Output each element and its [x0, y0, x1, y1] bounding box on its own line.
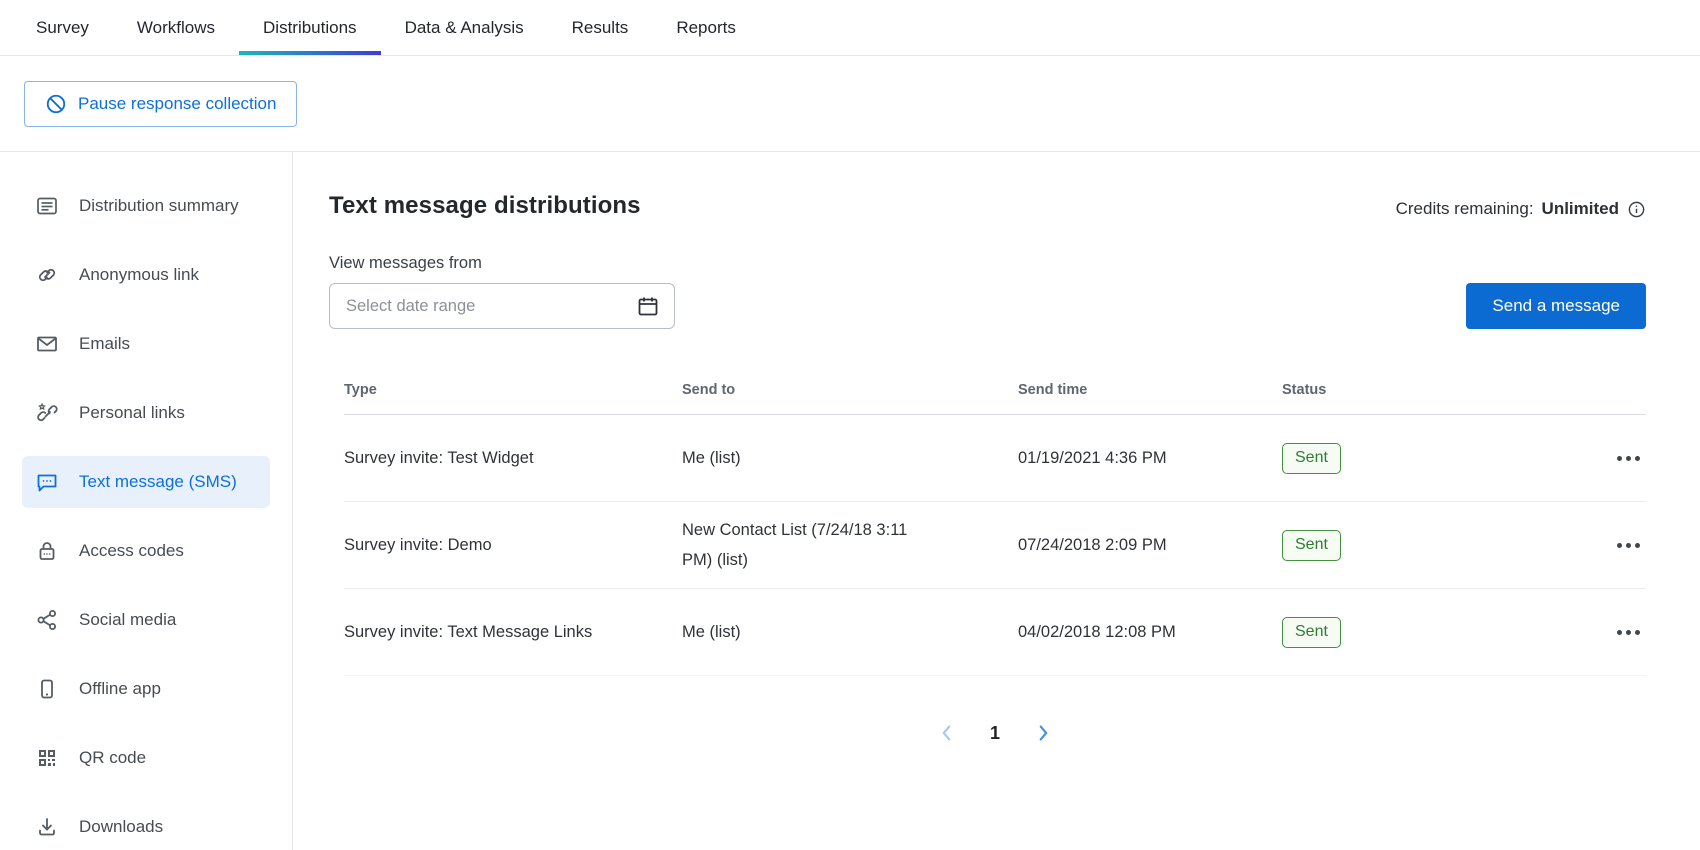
credits-label: Credits remaining:: [1396, 199, 1534, 219]
status-badge: Sent: [1282, 443, 1341, 474]
row-actions-button[interactable]: [1582, 543, 1646, 548]
table-row: Survey invite: Demo New Contact List (7/…: [344, 502, 1646, 589]
distribution-sidebar: Distribution summary Anonymous link Emai…: [0, 152, 293, 850]
row-actions-button[interactable]: [1582, 630, 1646, 635]
personal-link-icon: [34, 400, 60, 426]
column-header-type: Type: [344, 382, 682, 398]
tab-distributions[interactable]: Distributions: [239, 0, 381, 55]
download-icon: [34, 814, 60, 840]
cell-send-to: New Contact List (7/24/18 3:11 PM) (list…: [682, 515, 942, 575]
envelope-icon: [34, 331, 60, 357]
main-panel: Text message distributions Credits remai…: [293, 152, 1700, 850]
sidebar-item-label: Offline app: [79, 679, 161, 699]
sms-bubble-icon: [34, 469, 60, 495]
sidebar-item-label: Personal links: [79, 403, 185, 423]
link-icon: [34, 262, 60, 288]
tab-data-analysis[interactable]: Data & Analysis: [381, 0, 548, 55]
credits-remaining: Credits remaining: Unlimited: [1396, 199, 1646, 220]
tab-results[interactable]: Results: [548, 0, 653, 55]
document-summary-icon: [34, 193, 60, 219]
cell-send-to: Me (list): [682, 443, 942, 473]
table-row: Survey invite: Test Widget Me (list) 01/…: [344, 415, 1646, 502]
pagination: 1: [344, 722, 1646, 744]
current-page-number[interactable]: 1: [990, 723, 1000, 744]
next-page-button[interactable]: [1032, 722, 1054, 744]
cell-send-time: 04/02/2018 12:08 PM: [1018, 623, 1282, 642]
sidebar-item-text-message-sms[interactable]: Text message (SMS): [22, 456, 270, 508]
prohibition-icon: [45, 93, 67, 115]
sidebar-item-personal-links[interactable]: Personal links: [22, 387, 270, 439]
lock-icon: [34, 538, 60, 564]
previous-page-button[interactable]: [936, 722, 958, 744]
share-icon: [34, 607, 60, 633]
sidebar-item-downloads[interactable]: Downloads: [22, 801, 270, 850]
top-nav: Survey Workflows Distributions Data & An…: [0, 0, 1700, 56]
cell-send-time: 07/24/2018 2:09 PM: [1018, 536, 1282, 555]
tab-workflows[interactable]: Workflows: [113, 0, 239, 55]
date-range-picker[interactable]: [329, 283, 675, 329]
status-badge: Sent: [1282, 617, 1341, 648]
info-icon[interactable]: [1627, 200, 1646, 219]
tab-reports[interactable]: Reports: [652, 0, 760, 55]
sidebar-item-label: Emails: [79, 334, 130, 354]
sidebar-item-qr-code[interactable]: QR code: [22, 732, 270, 784]
column-header-status: Status: [1282, 382, 1582, 398]
status-badge: Sent: [1282, 530, 1341, 561]
sidebar-item-label: Social media: [79, 610, 176, 630]
view-messages-from-label: View messages from: [329, 254, 675, 273]
tab-survey[interactable]: Survey: [12, 0, 113, 55]
sidebar-item-label: Access codes: [79, 541, 184, 561]
cell-send-time: 01/19/2021 4:36 PM: [1018, 449, 1282, 468]
sidebar-item-distribution-summary[interactable]: Distribution summary: [22, 180, 270, 232]
mobile-icon: [34, 676, 60, 702]
sidebar-item-access-codes[interactable]: Access codes: [22, 525, 270, 577]
sidebar-item-offline-app[interactable]: Offline app: [22, 663, 270, 715]
column-header-send-time: Send time: [1018, 382, 1282, 398]
sidebar-item-label: Text message (SMS): [79, 472, 237, 492]
credits-value: Unlimited: [1542, 199, 1619, 219]
sidebar-item-emails[interactable]: Emails: [22, 318, 270, 370]
cell-send-to: Me (list): [682, 617, 942, 647]
cell-type: Survey invite: Test Widget: [344, 449, 682, 468]
table-header-row: Type Send to Send time Status: [344, 365, 1646, 415]
column-header-send-to: Send to: [682, 382, 1018, 398]
calendar-icon[interactable]: [636, 294, 660, 318]
sidebar-item-label: QR code: [79, 748, 146, 768]
cell-type: Survey invite: Demo: [344, 536, 682, 555]
date-range-input[interactable]: [346, 297, 636, 316]
sidebar-item-label: Anonymous link: [79, 265, 199, 285]
table-row: Survey invite: Text Message Links Me (li…: [344, 589, 1646, 676]
sidebar-item-anonymous-link[interactable]: Anonymous link: [22, 249, 270, 301]
qr-code-icon: [34, 745, 60, 771]
header-band: Pause response collection: [0, 56, 1700, 152]
send-a-message-button[interactable]: Send a message: [1466, 283, 1646, 329]
distributions-table: Type Send to Send time Status Survey inv…: [344, 365, 1646, 676]
pause-button-label: Pause response collection: [78, 94, 276, 114]
sidebar-item-label: Distribution summary: [79, 196, 239, 216]
row-actions-button[interactable]: [1582, 456, 1646, 461]
cell-type: Survey invite: Text Message Links: [344, 623, 682, 642]
sidebar-item-label: Downloads: [79, 817, 163, 837]
pause-response-collection-button[interactable]: Pause response collection: [24, 81, 297, 127]
page-title: Text message distributions: [329, 192, 641, 220]
sidebar-item-social-media[interactable]: Social media: [22, 594, 270, 646]
